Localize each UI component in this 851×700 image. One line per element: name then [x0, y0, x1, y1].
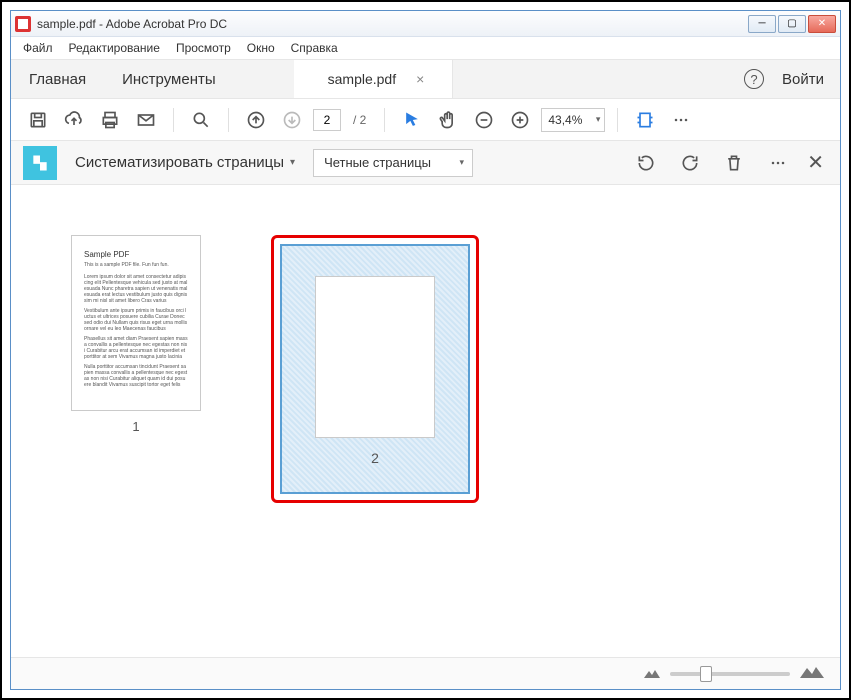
- pointer-icon[interactable]: [397, 105, 427, 135]
- minimize-button[interactable]: ─: [748, 15, 776, 33]
- signin-button[interactable]: Войти: [782, 71, 824, 88]
- tab-document-label: sample.pdf: [328, 71, 396, 87]
- next-page-icon[interactable]: [277, 105, 307, 135]
- zoom-large-icon[interactable]: [800, 664, 824, 683]
- zoom-slider[interactable]: [670, 672, 790, 676]
- tab-close-icon[interactable]: ×: [416, 71, 424, 87]
- rotate-left-icon[interactable]: [631, 148, 661, 178]
- menu-edit[interactable]: Редактирование: [61, 41, 168, 55]
- rotate-right-icon[interactable]: [675, 148, 705, 178]
- prev-page-icon[interactable]: [241, 105, 271, 135]
- zoom-dropdown[interactable]: 43,4%: [541, 108, 605, 132]
- mail-icon[interactable]: [131, 105, 161, 135]
- tab-tools[interactable]: Инструменты: [104, 60, 234, 98]
- cloud-upload-icon[interactable]: [59, 105, 89, 135]
- hand-icon[interactable]: [433, 105, 463, 135]
- menu-window[interactable]: Окно: [239, 41, 283, 55]
- page-number-1: 1: [132, 419, 139, 434]
- fit-width-icon[interactable]: [630, 105, 660, 135]
- page-thumbnail-1[interactable]: Sample PDF This is a sample PDF file. Fu…: [71, 235, 201, 411]
- toolbar: / 2 43,4%: [11, 99, 840, 141]
- zoom-in-icon[interactable]: [505, 105, 535, 135]
- organize-pages-dropdown[interactable]: Систематизировать страницы: [67, 154, 303, 171]
- tabbar: Главная Инструменты sample.pdf × ? Войти: [11, 59, 840, 99]
- page-preview-2: [315, 276, 435, 438]
- page-total-label: / 2: [347, 113, 372, 127]
- page-number-input[interactable]: [313, 109, 341, 131]
- more-tools-icon[interactable]: [666, 105, 696, 135]
- organize-pages-icon[interactable]: [23, 146, 57, 180]
- menu-file[interactable]: Файл: [15, 41, 61, 55]
- page-filter-dropdown[interactable]: Четные страницы: [313, 149, 473, 177]
- zoom-out-icon[interactable]: [469, 105, 499, 135]
- page-thumbnail-2[interactable]: 2: [280, 244, 470, 494]
- print-icon[interactable]: [95, 105, 125, 135]
- save-icon[interactable]: [23, 105, 53, 135]
- thumbnail-area: Sample PDF This is a sample PDF file. Fu…: [11, 185, 840, 657]
- statusbar: [11, 657, 840, 689]
- search-icon[interactable]: [186, 105, 216, 135]
- page-number-2: 2: [371, 450, 379, 466]
- organize-pages-bar: Систематизировать страницы Четные страни…: [11, 141, 840, 185]
- close-button[interactable]: ✕: [808, 15, 836, 33]
- zoom-small-icon[interactable]: [644, 665, 660, 683]
- selection-highlight: 2: [271, 235, 479, 503]
- tab-document[interactable]: sample.pdf ×: [294, 60, 454, 98]
- menubar: Файл Редактирование Просмотр Окно Справк…: [11, 37, 840, 59]
- titlebar: sample.pdf - Adobe Acrobat Pro DC ─ ▢ ✕: [11, 11, 840, 37]
- app-icon: [15, 16, 31, 32]
- tab-home[interactable]: Главная: [11, 60, 104, 98]
- app-window: sample.pdf - Adobe Acrobat Pro DC ─ ▢ ✕ …: [10, 10, 841, 690]
- help-icon[interactable]: ?: [744, 69, 764, 89]
- window-title: sample.pdf - Adobe Acrobat Pro DC: [37, 17, 748, 31]
- panel-close-icon[interactable]: ✕: [803, 150, 828, 175]
- more-options-icon[interactable]: [763, 148, 793, 178]
- maximize-button[interactable]: ▢: [778, 15, 806, 33]
- menu-help[interactable]: Справка: [283, 41, 346, 55]
- delete-icon[interactable]: [719, 148, 749, 178]
- menu-view[interactable]: Просмотр: [168, 41, 239, 55]
